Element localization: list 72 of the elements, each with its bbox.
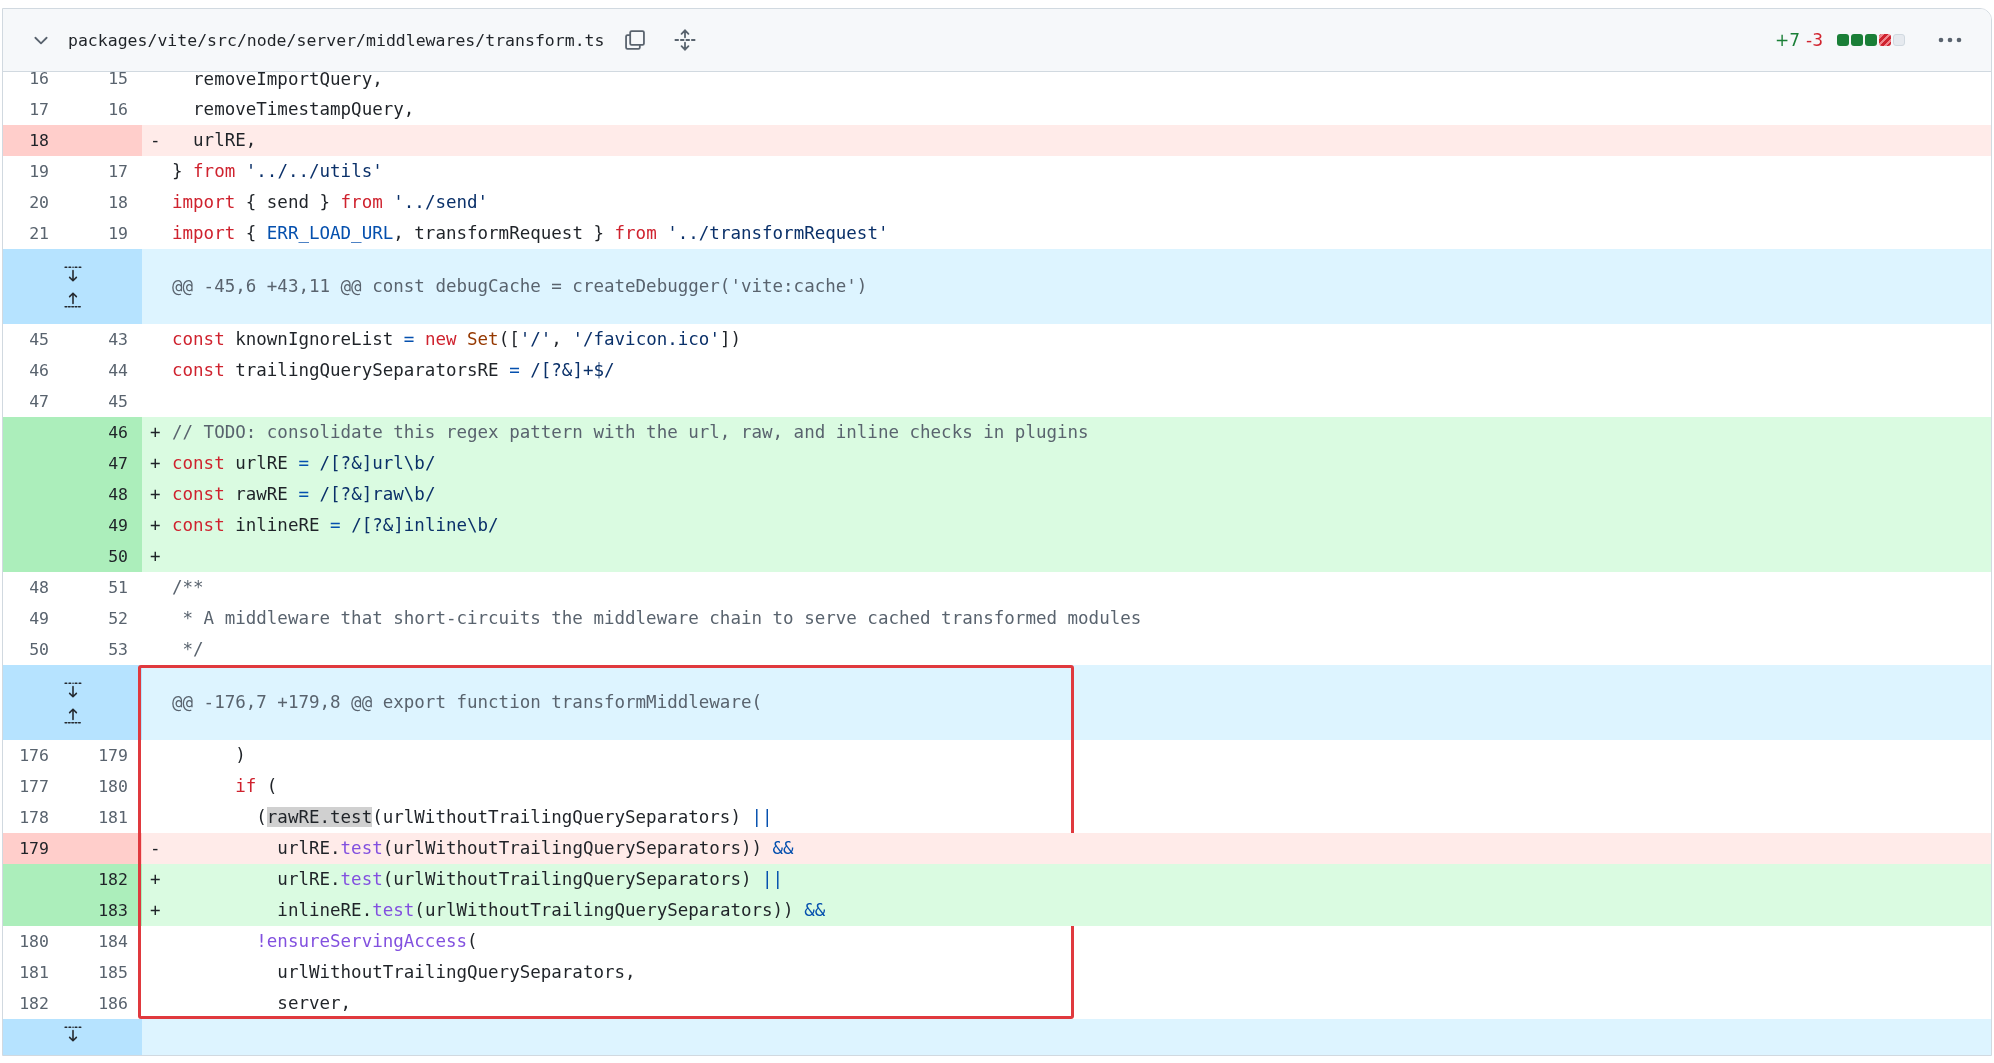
line-number[interactable]: 21 <box>3 218 73 249</box>
code-line: !ensureServingAccess( <box>255 930 479 953</box>
hunk-text: @@ -45,6 +43,11 @@ const debugCache = createDebugger('vite:cache') <box>172 275 868 298</box>
line-number[interactable]: 48 <box>3 572 73 603</box>
expand-icon[interactable] <box>674 29 697 51</box>
line-number[interactable]: 185 <box>73 957 142 988</box>
line-number[interactable]: 18 <box>73 187 142 218</box>
expand-down-icon[interactable] <box>63 680 82 699</box>
line-number[interactable]: 45 <box>73 386 142 417</box>
line-number[interactable]: 18 <box>3 125 73 156</box>
deletions-count: -3 <box>1806 30 1823 50</box>
code-line: removeTimestampQuery, <box>192 98 416 121</box>
code-line: import { send } from '../send' <box>171 191 490 214</box>
line-number[interactable]: 186 <box>73 988 142 1019</box>
line-number[interactable]: 46 <box>3 355 73 386</box>
code-line: ) <box>234 744 247 767</box>
more-icon[interactable] <box>1937 36 1963 44</box>
file-path[interactable]: packages/vite/src/node/server/middlewares/transform.ts <box>68 30 605 50</box>
expand-up-icon[interactable] <box>63 706 82 725</box>
line-number[interactable]: 178 <box>3 802 73 833</box>
line-number[interactable]: 16 <box>3 72 73 94</box>
line-number[interactable]: 15 <box>73 72 142 94</box>
line-number[interactable]: 20 <box>3 187 73 218</box>
code-line: } from '../../utils' <box>171 160 384 183</box>
line-number[interactable]: 179 <box>73 740 142 771</box>
line-number[interactable]: 17 <box>3 94 73 125</box>
line-number[interactable]: 53 <box>73 634 142 665</box>
line-number[interactable]: 184 <box>73 926 142 957</box>
line-number[interactable]: 180 <box>3 926 73 957</box>
line-number[interactable]: 182 <box>3 988 73 1019</box>
line-number[interactable]: 17 <box>73 156 142 187</box>
line-number[interactable]: 176 <box>3 740 73 771</box>
line-number[interactable]: 19 <box>73 218 142 249</box>
expand-down-icon[interactable] <box>63 1025 82 1043</box>
code-line: removeImportQuery, <box>192 72 384 91</box>
hunk-text: @@ -176,7 +179,8 @@ export function transformMiddleware( <box>172 691 762 714</box>
line-number[interactable]: 44 <box>73 355 142 386</box>
line-number[interactable]: 179 <box>3 833 73 864</box>
additions-count: +7 <box>1775 30 1801 50</box>
line-number[interactable]: 49 <box>73 510 142 541</box>
code-line: (rawRE.test(urlWithoutTrailingQuerySeparators) || <box>255 806 774 829</box>
line-number[interactable]: 183 <box>73 895 142 926</box>
line-number[interactable]: 47 <box>3 386 73 417</box>
line-number[interactable]: 49 <box>3 603 73 634</box>
line-number[interactable]: 47 <box>73 448 142 479</box>
line-number[interactable]: 45 <box>3 324 73 355</box>
line-number[interactable]: 181 <box>3 957 73 988</box>
line-number[interactable]: 52 <box>73 603 142 634</box>
code-line: urlWithoutTrailingQuerySeparators, <box>276 961 637 984</box>
line-number[interactable]: 177 <box>3 771 73 802</box>
line-number[interactable]: 182 <box>73 864 142 895</box>
code-line: import { ERR_LOAD_URL, transformRequest } from '../transformRequest' <box>171 222 890 245</box>
line-number[interactable]: 43 <box>73 324 142 355</box>
code-line: * A middleware that short-circuits the middleware chain to serve cached transformed modules <box>181 607 1143 630</box>
line-number[interactable]: 48 <box>73 479 142 510</box>
copy-icon[interactable] <box>624 29 647 51</box>
line-number[interactable]: 50 <box>73 541 142 572</box>
code-line: */ <box>181 638 205 661</box>
line-number[interactable]: 51 <box>73 572 142 603</box>
code-line: /** <box>171 576 205 599</box>
code-line: const knownIgnoreList = new Set(['/', '/favicon.ico']) <box>171 328 743 351</box>
code-line: if ( <box>234 775 279 798</box>
expand-up-icon[interactable] <box>63 290 82 309</box>
expand-down-icon[interactable] <box>63 264 82 283</box>
line-number[interactable]: 16 <box>73 94 142 125</box>
code-line: server, <box>276 992 353 1015</box>
line-number[interactable]: 181 <box>73 802 142 833</box>
line-number[interactable]: 19 <box>3 156 73 187</box>
code-line: const trailingQuerySeparatorsRE = /[?&]+$/ <box>171 359 616 382</box>
line-number[interactable]: 46 <box>73 417 142 448</box>
line-number[interactable]: 50 <box>3 634 73 665</box>
line-number[interactable]: 180 <box>73 771 142 802</box>
